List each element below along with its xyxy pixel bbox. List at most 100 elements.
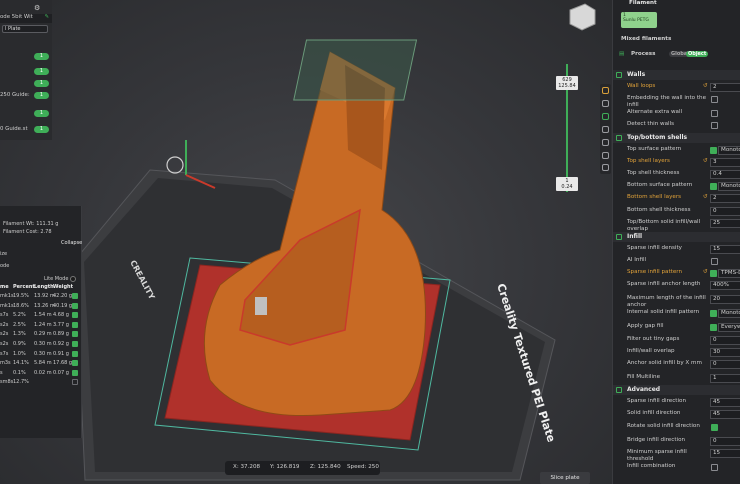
object-row[interactable]: 250 Guide: 1 [0,92,52,101]
settings-panel: Filament 1 Sunlu PETG Mixed filaments ▤ … [612,0,740,484]
reset-icon[interactable]: ↺ [703,158,708,164]
filament-visible-checkbox[interactable] [72,302,78,309]
setting-input[interactable]: 25 [710,218,740,228]
object-row[interactable]: ode 5bit Wit ✎ [0,14,52,23]
filament-row: s 0.1% 0.02 m 0.07 g [0,369,82,379]
object-row[interactable]: ⚙ [0,4,52,13]
filament-chip[interactable]: 1 Sunlu PETG [621,12,657,28]
setting-row: Alternate extra wall [613,108,740,120]
object-row[interactable]: 1 [0,68,52,77]
setting-input[interactable]: 45 [710,398,740,408]
setting-label: Filter out tiny gaps [627,335,680,342]
extruder-badge[interactable]: 1 [34,68,49,75]
filament-visible-checkbox[interactable] [72,331,78,338]
setting-checkbox[interactable] [711,463,718,471]
setting-dropdown[interactable]: Everywhere [718,323,740,333]
setting-input[interactable]: 3 [710,157,740,167]
extruder-badge[interactable]: 1 [34,53,49,60]
view-cube-icon[interactable] [569,3,596,31]
setting-input[interactable]: 20 [710,295,740,305]
filament-visible-checkbox[interactable] [72,369,78,376]
setting-input[interactable]: 1 [710,374,740,383]
seam-icon[interactable] [602,100,609,107]
object-row[interactable]: 1 [0,110,52,119]
filament-visible-checkbox[interactable] [72,321,78,328]
extruder-badge[interactable]: 1 [34,80,49,87]
setting-input[interactable]: 2 [710,83,740,92]
filament-length: 5.84 m [34,360,52,367]
filament-name: s2s [0,331,9,338]
section-infill[interactable]: Infill [613,231,740,242]
filament-visible-checkbox[interactable] [72,293,78,299]
filament-title: Filament [629,0,657,6]
fingerprint-icon [166,156,184,174]
filament-weight-cell: 0.89 g [53,331,69,338]
setting-checkbox[interactable] [711,258,718,265]
section-walls[interactable]: Walls [613,70,740,80]
setting-row: Infill/wall overlap 30 [613,347,740,359]
setting-label: Top surface pattern [627,145,682,152]
setting-input[interactable]: 15 [710,448,740,458]
setting-input[interactable]: 15 [710,244,740,254]
filament-visible-checkbox[interactable] [72,350,78,357]
lite-mode-toggle[interactable] [70,276,76,282]
section-title: Infill [627,232,643,240]
gear-icon[interactable] [602,152,609,159]
filament-weight-cell: 40.19 g [53,302,73,309]
reset-icon[interactable]: ↺ [703,194,708,200]
setting-input[interactable]: 0 [710,206,740,216]
measure-icon[interactable] [602,139,609,146]
slider-top-height: 125.84 [558,83,576,89]
paint-icon[interactable] [602,87,609,94]
filament-visible-checkbox[interactable] [72,360,78,367]
extruder-badge[interactable]: 1 [34,126,49,133]
object-list-panel: ⚙ ode 5bit Wit ✎ l Plate 1 1 1 250 Guide… [0,0,52,140]
setting-input[interactable]: 0 [710,335,740,345]
slider-bottom-label[interactable]: 1 0.24 [556,177,578,191]
edit-icon[interactable]: ✎ [44,14,49,20]
filament-visible-checkbox[interactable] [72,312,78,319]
setting-dropdown[interactable]: Monotonic [718,309,740,319]
section-topbottom[interactable]: Top/bottom shells [613,132,740,143]
rotate-icon[interactable] [602,126,609,133]
setting-dropdown[interactable]: TPMS-D [718,269,740,279]
setting-input[interactable]: 400% [710,281,740,291]
reset-icon[interactable]: ↺ [703,83,708,89]
setting-label: Bridge infill direction [627,436,686,443]
setting-checkbox[interactable] [711,96,718,104]
extruder-badge[interactable]: 1 [34,110,49,117]
setting-input[interactable]: 0.4 [710,170,740,179]
setting-checkbox[interactable] [711,423,718,431]
setting-input[interactable]: 0 [710,436,740,446]
object-row[interactable]: 1 [0,80,52,89]
setting-checkbox[interactable] [711,110,718,118]
gear-icon[interactable]: ⚙ [34,4,40,12]
support-icon[interactable] [602,113,609,120]
advanced-icon [616,387,622,394]
extruder-badge[interactable]: 1 [34,92,49,99]
object-row[interactable]: 0 Guide.st 1 [0,126,52,135]
section-advanced[interactable]: Advanced [613,385,740,396]
filament-visible-checkbox[interactable] [72,341,78,347]
setting-dropdown[interactable]: Monotonic [718,145,740,155]
setting-input[interactable]: 45 [710,410,740,420]
object-row-label: 0 Guide.st [0,126,28,132]
setting-row: Wall loops ↺ 2 [613,82,740,94]
setting-dropdown[interactable]: Monotonic [718,182,740,192]
reset-icon[interactable]: ↺ [703,269,708,275]
slider-top-label[interactable]: 629 125.84 [556,76,578,90]
setting-label: Bottom shell layers [627,194,682,201]
3d-viewport[interactable]: Creality Textured PEI Plate CREALITY [0,0,612,484]
plate-name-field[interactable]: l Plate [2,25,48,33]
object-toggle[interactable]: Object [686,51,709,57]
col-percent: Percent [13,284,35,290]
setting-input[interactable]: 0 [710,360,740,369]
setting-input[interactable]: 2 [710,194,740,204]
filament-visible-checkbox[interactable] [72,379,78,386]
collapse-button[interactable]: Collapse [61,240,82,246]
setting-input[interactable]: 30 [710,347,740,357]
slice-plate-button[interactable]: Slice plate [540,472,590,484]
object-row[interactable]: 1 [0,53,52,62]
grid-icon[interactable] [602,164,609,171]
setting-checkbox[interactable] [711,122,718,130]
